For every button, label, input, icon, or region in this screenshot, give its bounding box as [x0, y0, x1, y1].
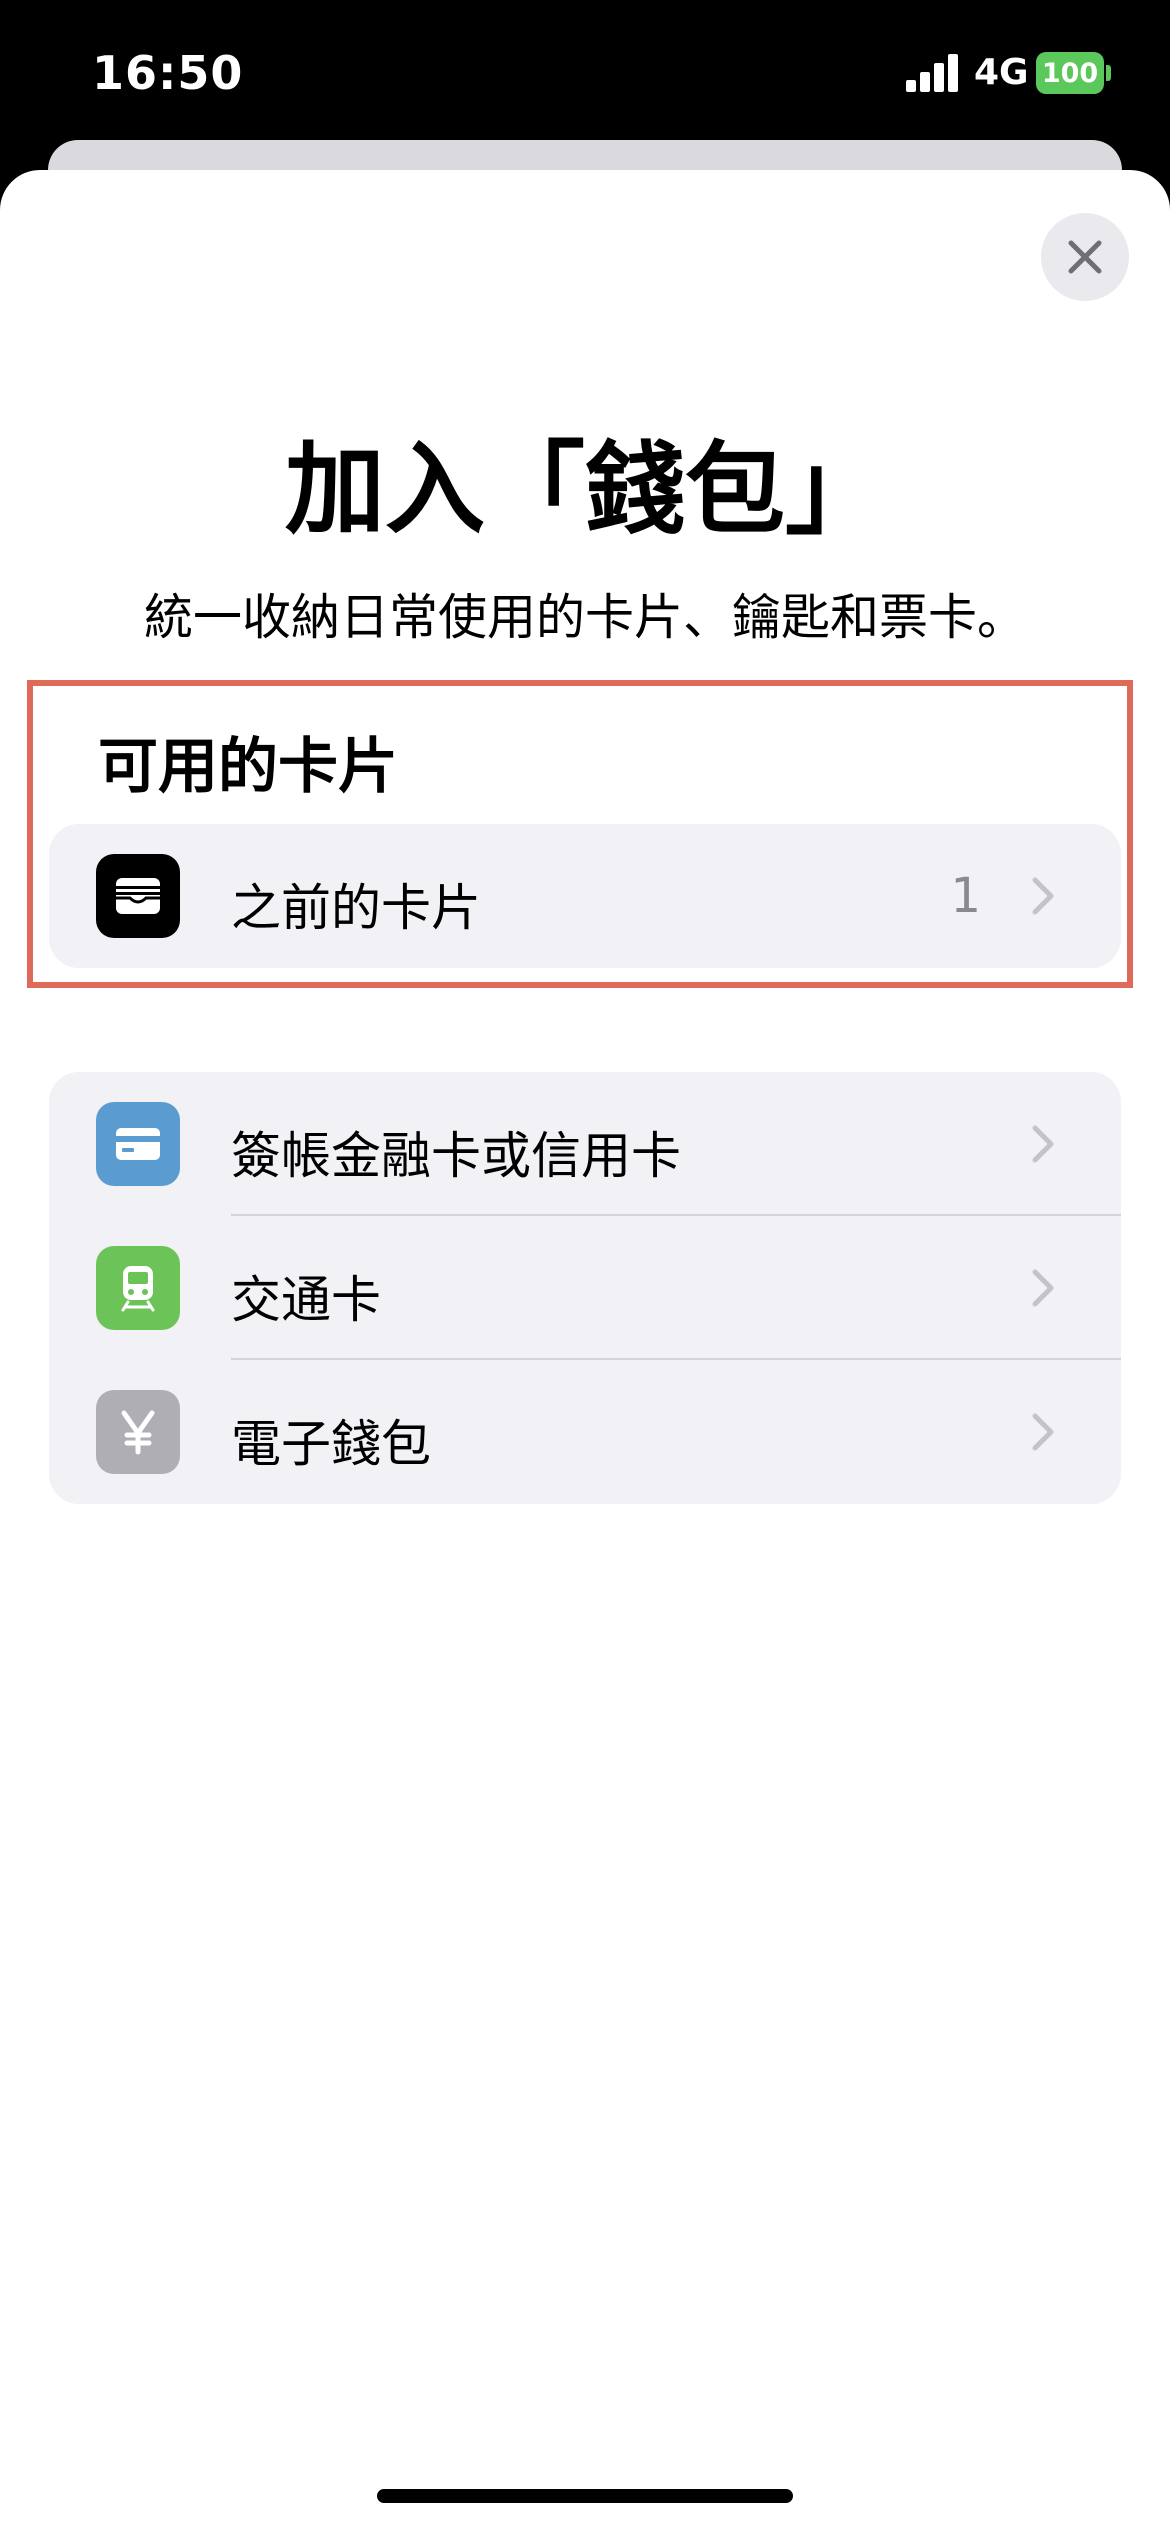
train-icon	[96, 1246, 180, 1330]
battery-level: 100	[1036, 52, 1104, 94]
credit-card-icon	[96, 1102, 180, 1186]
battery-cap	[1106, 65, 1111, 81]
status-time: 16:50	[92, 46, 244, 100]
page-title: 加入「錢包」	[285, 431, 885, 548]
page-subtitle: 統一收納日常使用的卡片、鑰匙和票卡。	[143, 589, 1026, 646]
transit-card-row[interactable]: 交通卡	[49, 1216, 1121, 1360]
debit-credit-card-label: 簽帳金融卡或信用卡	[231, 1127, 681, 1185]
chevron-right-icon	[1032, 1125, 1054, 1163]
home-indicator[interactable]	[377, 2489, 793, 2503]
close-icon	[1068, 240, 1102, 274]
debit-credit-card-row[interactable]: 簽帳金融卡或信用卡	[49, 1072, 1121, 1216]
previous-cards-count: 1	[950, 868, 981, 924]
chevron-right-icon	[1032, 1269, 1054, 1307]
previous-cards-row[interactable]: 之前的卡片 1	[49, 824, 1121, 968]
chevron-right-icon	[1032, 1413, 1054, 1451]
e-wallet-label: 電子錢包	[231, 1415, 431, 1473]
available-cards-group: 之前的卡片 1	[49, 824, 1121, 968]
battery-icon: 100	[1036, 52, 1112, 94]
cellular-signal-icon	[906, 54, 958, 92]
e-wallet-row[interactable]: 電子錢包	[49, 1360, 1121, 1504]
close-button[interactable]	[1041, 213, 1129, 301]
network-type: 4G	[974, 52, 1029, 93]
available-cards-heading: 可用的卡片	[98, 732, 398, 802]
wallet-icon	[96, 854, 180, 938]
chevron-right-icon	[1032, 877, 1054, 915]
yen-icon	[96, 1390, 180, 1474]
status-bar: 16:50 4G 100	[0, 0, 1170, 150]
add-card-options-group: 簽帳金融卡或信用卡 交通卡 電子錢包	[49, 1072, 1121, 1504]
transit-card-label: 交通卡	[231, 1271, 381, 1329]
previous-cards-label: 之前的卡片	[231, 879, 481, 937]
